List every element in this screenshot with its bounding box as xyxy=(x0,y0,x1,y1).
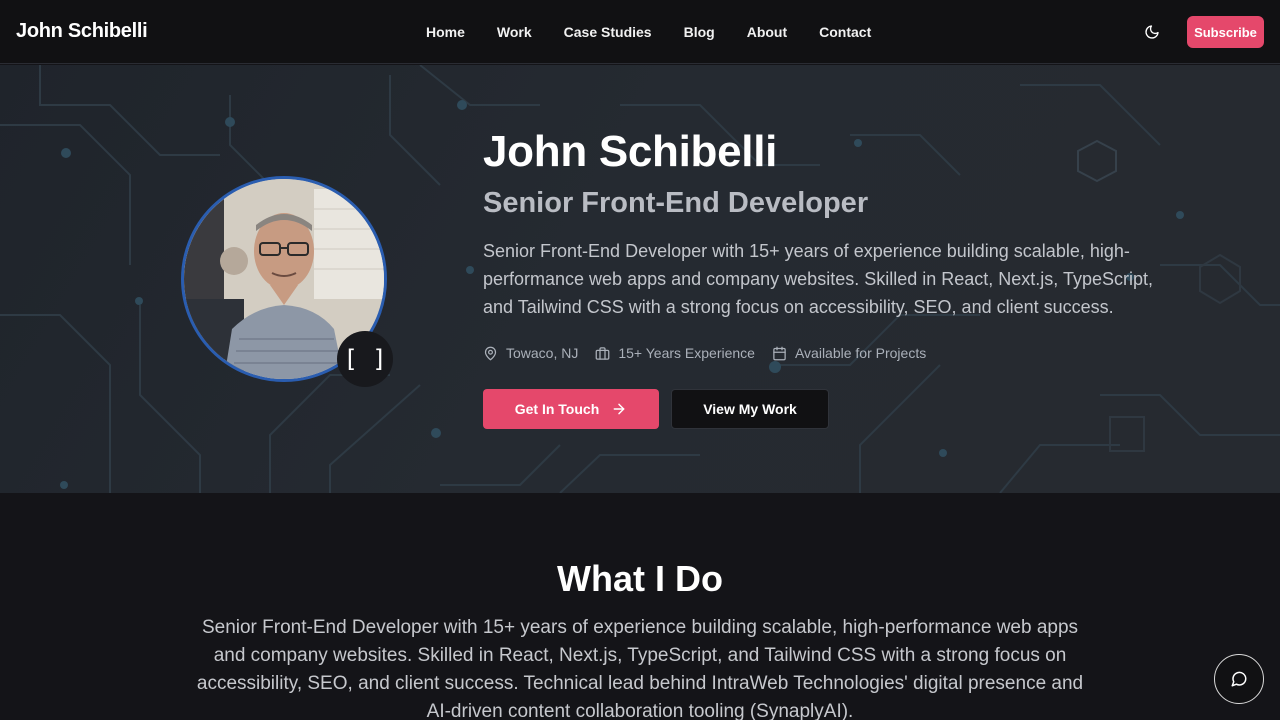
view-my-work-button[interactable]: View My Work xyxy=(671,389,829,429)
subscribe-button[interactable]: Subscribe xyxy=(1187,16,1264,48)
hero-bio: Senior Front-End Developer with 15+ year… xyxy=(483,241,1153,317)
nav-link-contact[interactable]: Contact xyxy=(803,24,887,40)
nav-link-about[interactable]: About xyxy=(731,24,803,40)
what-i-do-text: Senior Front-End Developer with 15+ year… xyxy=(196,617,1084,720)
hero-role: Senior Front-End Developer xyxy=(483,187,869,219)
what-i-do-title: What I Do xyxy=(557,558,723,599)
meta-experience: 15+ Years Experience xyxy=(595,345,755,361)
chat-bubble-icon[interactable] xyxy=(1214,654,1264,704)
meta-availability: Available for Projects xyxy=(772,345,926,361)
map-pin-icon xyxy=(484,346,497,360)
code-brackets-icon: [ ] xyxy=(337,331,393,387)
meta-location-text: Towaco, NJ xyxy=(506,345,579,361)
nav-links: Home Work Case Studies Blog About Contac… xyxy=(410,0,887,64)
hero-meta: Towaco, NJ 15+ Years Experience Availabl… xyxy=(483,345,943,361)
nav-link-blog[interactable]: Blog xyxy=(668,24,731,40)
briefcase-icon xyxy=(595,346,610,360)
brand-logo[interactable]: John Schibelli xyxy=(16,20,148,43)
meta-availability-text: Available for Projects xyxy=(794,345,927,361)
hero-name: John Schibelli xyxy=(483,127,778,176)
calendar-icon xyxy=(773,346,786,360)
top-navbar: John Schibelli Home Work Case Studies Bl… xyxy=(0,0,1280,64)
meta-experience-text: 15+ Years Experience xyxy=(618,345,755,361)
hero-section: [ ] John Schibelli Senior Front-End Deve… xyxy=(0,65,1280,493)
meta-location: Towaco, NJ xyxy=(483,345,578,361)
get-in-touch-button[interactable]: Get In Touch xyxy=(483,389,659,429)
get-in-touch-label: Get In Touch xyxy=(514,401,600,417)
moon-icon[interactable] xyxy=(1140,20,1164,44)
nav-link-case-studies[interactable]: Case Studies xyxy=(548,24,668,40)
nav-link-home[interactable]: Home xyxy=(410,24,481,40)
arrow-right-icon xyxy=(613,403,625,415)
nav-link-work[interactable]: Work xyxy=(481,24,548,40)
